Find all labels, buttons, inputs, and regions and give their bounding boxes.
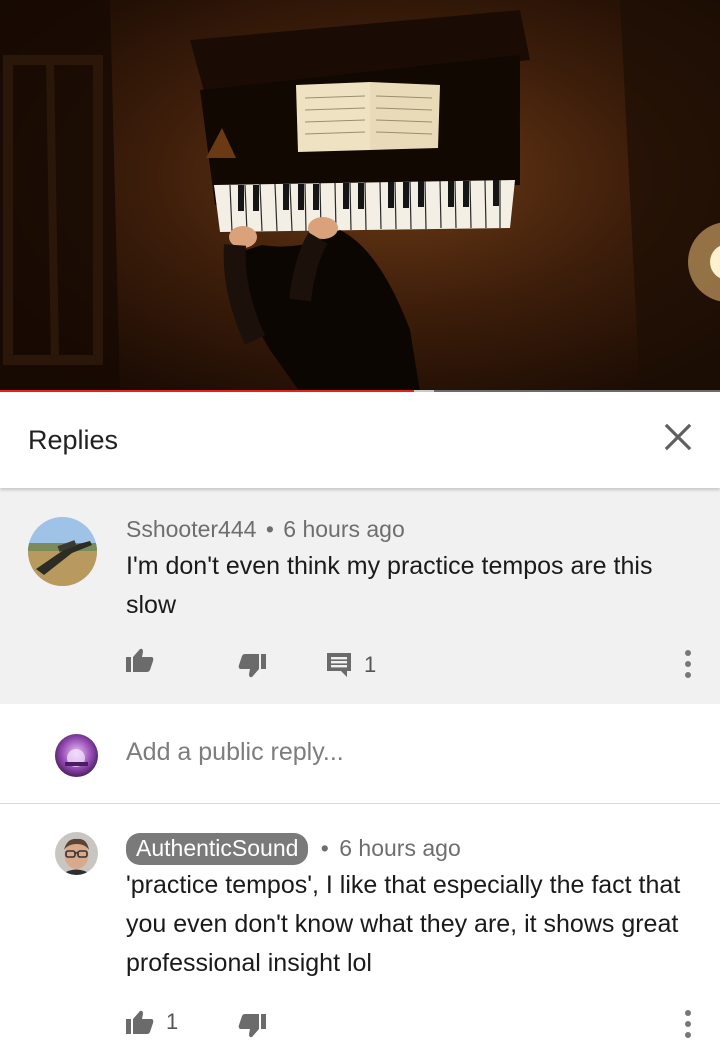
video-frame (0, 0, 720, 392)
thumb-up-icon (126, 648, 154, 672)
like-count: 1 (166, 1009, 179, 1034)
reply-count: 1 (364, 652, 377, 677)
more-vert-icon (685, 650, 691, 656)
avatar[interactable] (55, 832, 98, 875)
like-button[interactable] (126, 648, 154, 672)
thumb-up-icon (126, 1010, 154, 1034)
reply-comment: AuthenticSound • 6 hours ago 'practice t… (0, 804, 720, 1062)
comment-author-badge[interactable]: AuthenticSound (126, 833, 309, 865)
progress-fill (0, 390, 414, 392)
replies-title: Replies (28, 425, 119, 455)
avatar-image (55, 734, 98, 777)
video-player[interactable] (0, 0, 720, 392)
close-button[interactable] (658, 417, 698, 457)
more-options-button[interactable] (678, 1007, 698, 1041)
more-vert-icon (685, 1010, 691, 1016)
more-options-button[interactable] (678, 647, 698, 681)
comment-author[interactable]: Sshooter444 (126, 516, 256, 542)
parent-comment: Sshooter444 • 6 hours ago I'm don't even… (0, 488, 720, 704)
add-reply-row (0, 704, 720, 804)
dislike-button[interactable] (238, 654, 266, 678)
comment-text: I'm don't even think my practice tempos … (126, 552, 653, 619)
avatar[interactable] (28, 517, 97, 586)
dislike-button[interactable] (238, 1014, 266, 1038)
close-icon (664, 423, 692, 451)
comment-time: 6 hours ago (283, 516, 405, 542)
reply-icon (327, 653, 351, 677)
comment-text: 'practice tempos', I like that especiall… (126, 871, 681, 977)
avatar-image (55, 832, 98, 875)
video-progress-bar[interactable] (0, 390, 720, 392)
comment-time: 6 hours ago (339, 835, 461, 861)
thumb-down-icon (238, 654, 266, 678)
meta-separator: • (265, 516, 274, 542)
replies-header: Replies (0, 395, 720, 488)
comment-meta: Sshooter444 • 6 hours ago (126, 516, 405, 543)
avatar-image (28, 517, 97, 586)
like-button[interactable]: 1 (126, 1009, 178, 1035)
reply-input[interactable] (126, 738, 686, 767)
thumb-down-icon (238, 1014, 266, 1038)
avatar[interactable] (55, 734, 98, 777)
reply-count-button[interactable]: 1 (326, 652, 376, 678)
meta-separator: • (320, 835, 329, 861)
comment-meta: AuthenticSound • 6 hours ago (126, 833, 461, 865)
